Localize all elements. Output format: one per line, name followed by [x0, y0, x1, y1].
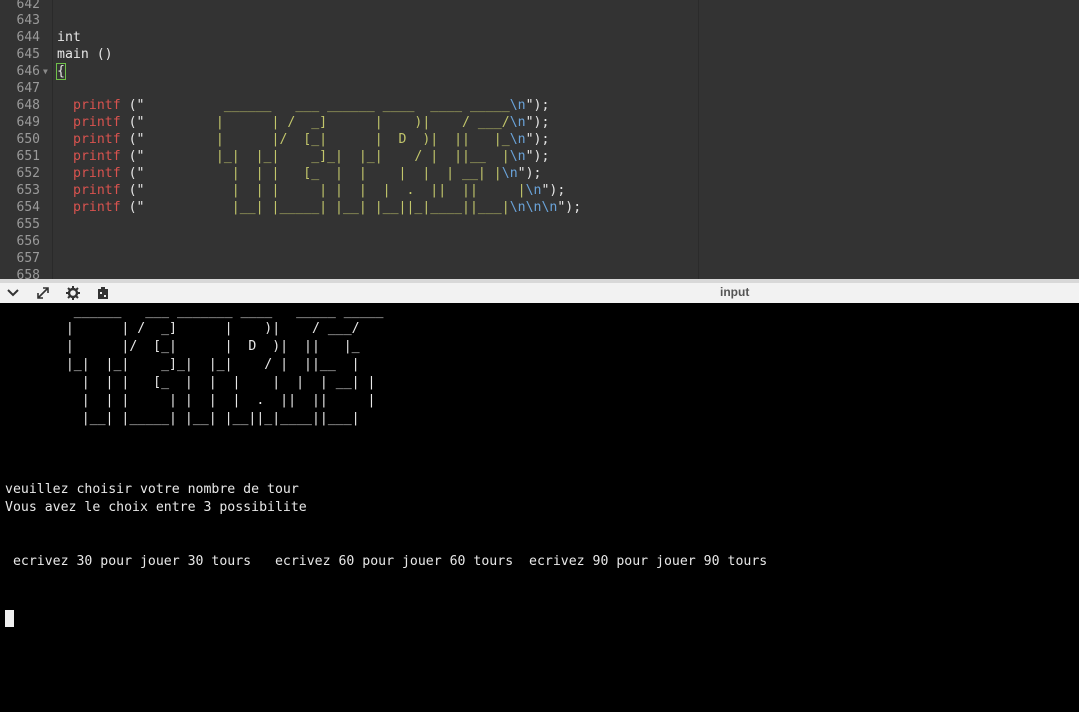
line-number: 652	[16, 166, 40, 181]
code-line-printf[interactable]: printf (" ______ ___ ______ ____ ____ __…	[73, 97, 549, 114]
code-line-int[interactable]: int	[57, 29, 81, 46]
line-number: 658	[16, 268, 40, 279]
line-number: 654	[16, 200, 40, 215]
console-output[interactable]: ______ ___ _______ ____ _____ _____ | | …	[0, 303, 1079, 712]
ascii-art-line: |_| |_| _]_| |_| / | ||__ |	[42, 357, 360, 372]
panel-title: input	[720, 285, 750, 299]
ascii-art-line: | |/ [_| | D )| || |_	[42, 339, 360, 354]
expand-icon[interactable]	[34, 286, 52, 302]
code-line-main[interactable]: main ()	[57, 46, 113, 63]
line-number: 653	[16, 183, 40, 198]
clipboard-icon[interactable]	[94, 286, 112, 302]
gear-icon[interactable]	[64, 286, 82, 302]
code-line-printf[interactable]: printf (" |_| |_| _]_| |_| / | ||__ |\n"…	[73, 148, 549, 165]
code-line-printf[interactable]: printf (" |__| |_____| |__| |__||_|____|…	[73, 199, 581, 216]
line-number: 648	[16, 98, 40, 113]
fold-arrow-icon[interactable]: ▼	[43, 63, 48, 80]
line-number: 651	[16, 149, 40, 164]
line-number-gutter: 642 643 644 645 646 ▼ 647 648 649 650 65…	[0, 0, 53, 279]
line-number: 649	[16, 115, 40, 130]
chevron-down-icon[interactable]	[4, 286, 22, 302]
code-line-printf[interactable]: printf (" | | / _] | )| / ___/\n");	[73, 114, 549, 131]
print-margin-line	[698, 0, 699, 279]
ascii-art-line: |__| |_____| |__| |__||_|____||___|	[42, 411, 360, 426]
ascii-art-line: ______ ___ _______ ____ _____ _____	[42, 304, 384, 319]
code-line-printf[interactable]: printf (" | |/ [_| | D )| || |_\n");	[73, 131, 549, 148]
line-number: 644	[16, 30, 40, 45]
line-number: 647	[16, 81, 40, 96]
line-number: 646	[16, 64, 40, 79]
line-number: 657	[16, 251, 40, 266]
line-number: 656	[16, 234, 40, 249]
ascii-art-line: | | | | | | | . || || |	[42, 393, 376, 408]
code-line-printf[interactable]: printf (" | | | [_ | | | | | __| |\n");	[73, 165, 541, 182]
line-number: 643	[16, 13, 40, 28]
code-line-printf[interactable]: printf (" | | | | | | | . || || |\n");	[73, 182, 565, 199]
ascii-art-line: | | / _] | )| / ___/	[42, 321, 360, 336]
console-toolbar: input	[0, 279, 1079, 303]
prompt-text: Vous avez le choix entre 3 possibilite	[5, 500, 307, 515]
line-number: 645	[16, 47, 40, 62]
code-editor[interactable]: 642 643 644 645 646 ▼ 647 648 649 650 65…	[0, 0, 1079, 279]
options-text: ecrivez 30 pour jouer 30 tours ecrivez 6…	[5, 554, 768, 569]
prompt-text: veuillez choisir votre nombre de tour	[5, 482, 299, 497]
ascii-art-line: | | | [_ | | | | | | __| |	[42, 375, 376, 390]
text-cursor[interactable]	[5, 610, 14, 627]
code-line-open-brace[interactable]: {	[56, 63, 66, 80]
line-number: 655	[16, 217, 40, 232]
line-number: 650	[16, 132, 40, 147]
matched-brace: {	[56, 63, 66, 80]
